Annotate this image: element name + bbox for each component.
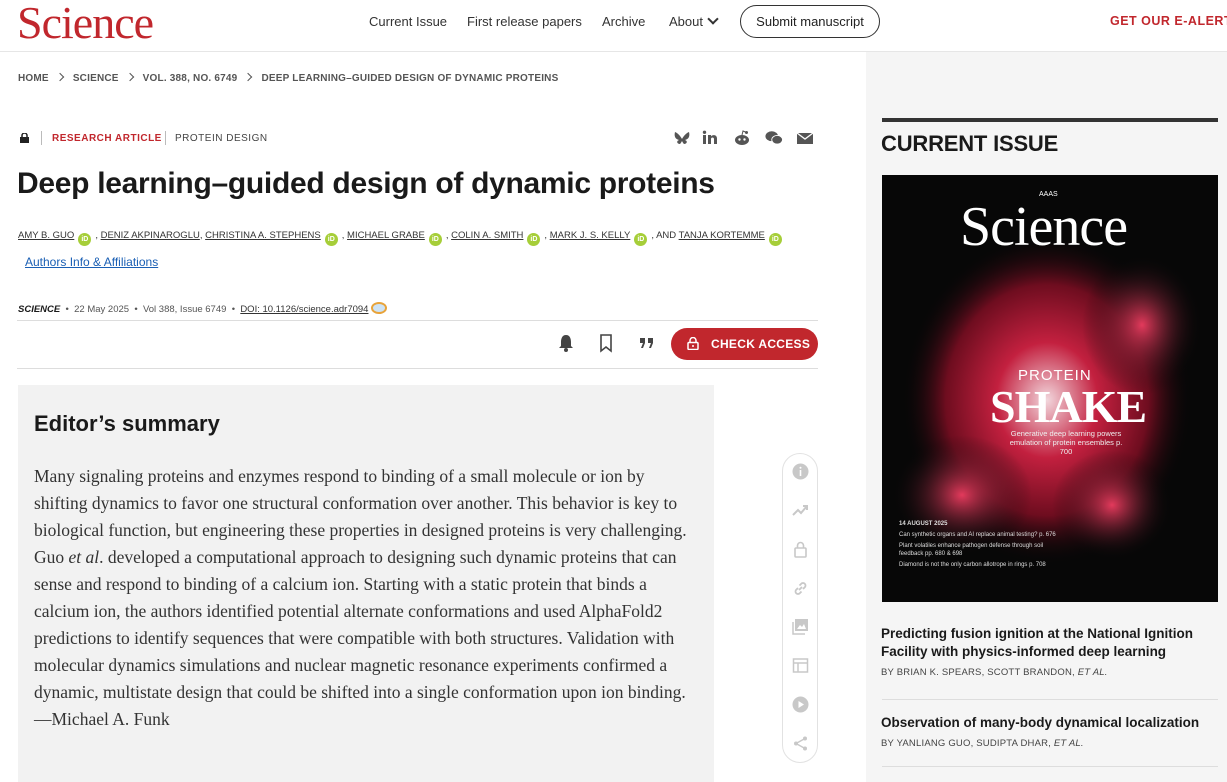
- divider: [17, 320, 818, 321]
- breadcrumb-home[interactable]: HOME: [18, 73, 49, 84]
- related-article: Observation of many-body dynamical local…: [881, 714, 1211, 749]
- lock-icon[interactable]: [792, 541, 809, 558]
- related-article-byline: BY YANLIANG GUO, SUDIPTA DHAR, ET AL.: [881, 738, 1084, 749]
- orcid-icon[interactable]: iD: [768, 233, 782, 246]
- bell-icon[interactable]: [556, 333, 576, 353]
- related-article-byline: BY BRIAN K. SPEARS, SCOTT BRANDON, ET AL…: [881, 667, 1108, 678]
- linkedin-icon[interactable]: [701, 129, 719, 147]
- chevron-right-icon: [125, 72, 134, 82]
- images-icon[interactable]: [792, 618, 809, 635]
- author-link[interactable]: COLIN A. SMITH: [451, 230, 523, 241]
- related-article-title[interactable]: Predicting fusion ignition at the Nation…: [881, 625, 1211, 661]
- divider: [882, 766, 1218, 767]
- authors-and: AND: [656, 230, 677, 241]
- editors-summary-text: Many signaling proteins and enzymes resp…: [34, 466, 687, 729]
- wechat-icon[interactable]: [765, 129, 783, 147]
- cover-line: Can synthetic organs and AI replace anim…: [899, 532, 1056, 538]
- email-icon[interactable]: [796, 129, 814, 147]
- article-title: Deep learning–guided design of dynamic p…: [17, 167, 715, 200]
- nav-first-release-papers[interactable]: First release papers: [467, 14, 582, 29]
- check-access-button[interactable]: CHECK ACCESS: [671, 328, 818, 360]
- authors-info-affiliations-link[interactable]: Authors Info & Affiliations: [25, 255, 158, 269]
- divider: [17, 368, 818, 369]
- quote-icon[interactable]: [637, 333, 657, 353]
- related-article-title[interactable]: Observation of many-body dynamical local…: [881, 714, 1211, 732]
- table-icon[interactable]: [792, 657, 809, 674]
- trending-icon[interactable]: [792, 502, 809, 519]
- nav-about-label: About: [669, 14, 703, 29]
- breadcrumb-current: DEEP LEARNING–GUIDED DESIGN OF DYNAMIC P…: [261, 73, 559, 84]
- breadcrumb-science[interactable]: SCIENCE: [73, 73, 119, 84]
- check-access-label: CHECK ACCESS: [711, 337, 811, 351]
- journal-name: SCIENCE: [18, 304, 61, 315]
- share-icon[interactable]: [792, 735, 809, 752]
- chevron-right-icon: [55, 72, 65, 82]
- orcid-icon[interactable]: iD: [324, 233, 338, 246]
- article-tools-rail: [782, 453, 818, 763]
- volume-issue[interactable]: Vol 388, Issue 6749: [143, 304, 226, 315]
- cover-contents: 14 AUGUST 2025 Can synthetic organs and …: [899, 520, 1059, 572]
- article-type[interactable]: RESEARCH ARTICLE: [52, 133, 162, 144]
- author-link[interactable]: MARK J. S. KELLY: [550, 230, 631, 241]
- cover-date: 14 AUGUST 2025: [899, 521, 948, 527]
- author-list: AMY B. GUO iD, DENIZ AKPINAROGLU, CHRISTI…: [18, 230, 786, 246]
- breadcrumb-volume[interactable]: VOL. 388, NO. 6749: [143, 73, 238, 84]
- lock-icon: [687, 337, 699, 350]
- reddit-icon[interactable]: [733, 129, 751, 147]
- editors-summary: Editor’s summary Many signaling proteins…: [18, 385, 714, 782]
- publication-info: SCIENCE • 22 May 2025 • Vol 388, Issue 6…: [18, 300, 388, 315]
- divider: [882, 118, 1218, 122]
- article-topic[interactable]: PROTEIN DESIGN: [175, 133, 268, 144]
- cover-subtitle: Generative deep learning powers emulatio…: [1009, 429, 1123, 456]
- divider: [882, 699, 1218, 700]
- chevron-right-icon: [244, 72, 253, 82]
- orcid-icon[interactable]: iD: [634, 233, 648, 246]
- orcid-icon[interactable]: iD: [78, 233, 92, 246]
- publication-date: 22 May 2025: [74, 304, 130, 315]
- chevron-down-icon: [707, 13, 719, 25]
- info-icon[interactable]: [792, 463, 809, 480]
- current-issue-heading: CURRENT ISSUE: [881, 131, 1059, 156]
- nav-about[interactable]: About: [669, 13, 719, 29]
- submit-manuscript-button[interactable]: Submit manuscript: [740, 5, 880, 38]
- divider: [41, 131, 42, 145]
- link-icon[interactable]: [792, 580, 809, 597]
- nav-archive[interactable]: Archive: [602, 14, 645, 29]
- doi-link[interactable]: DOI: 10.1126/science.adr7094: [240, 304, 368, 315]
- orcid-icon[interactable]: iD: [527, 233, 541, 246]
- related-article: Predicting fusion ignition at the Nation…: [881, 625, 1211, 678]
- author-link[interactable]: CHRISTINA A. STEPHENS: [205, 230, 321, 241]
- lock-icon: [20, 133, 29, 143]
- top-navigation: Science Current Issue First release pape…: [0, 0, 1227, 52]
- author-link[interactable]: AMY B. GUO: [18, 230, 74, 241]
- author-link[interactable]: DENIZ AKPINAROGLU: [101, 230, 200, 241]
- nav-current-issue[interactable]: Current Issue: [369, 14, 447, 29]
- editors-summary-heading: Editor’s summary: [34, 411, 220, 436]
- play-icon[interactable]: [792, 696, 809, 713]
- author-link[interactable]: MICHAEL GRABE: [347, 230, 425, 241]
- cover-headline: SHAKE: [990, 381, 1147, 432]
- cover-logo: Science: [960, 196, 1128, 258]
- divider: [165, 131, 166, 145]
- altmetric-icon[interactable]: [371, 302, 388, 314]
- cover-line: Diamond is not the only carbon allotrope…: [899, 562, 1046, 568]
- cover-line: Plant volatiles enhance pathogen defense…: [899, 543, 1044, 557]
- bookmark-icon[interactable]: [596, 333, 616, 353]
- bluesky-icon[interactable]: [673, 129, 691, 147]
- breadcrumb: HOME SCIENCE VOL. 388, NO. 6749 DEEP LEARNI…: [18, 72, 559, 84]
- author-link[interactable]: TANJA KORTEMME: [679, 230, 765, 241]
- e-alerts-link[interactable]: GET OUR E-ALERTS: [1110, 14, 1227, 28]
- orcid-icon[interactable]: iD: [428, 233, 442, 246]
- science-logo[interactable]: Science: [17, 0, 154, 46]
- journal-cover-image[interactable]: AAAS Science PROTEIN SHAKE Generative de…: [882, 175, 1218, 602]
